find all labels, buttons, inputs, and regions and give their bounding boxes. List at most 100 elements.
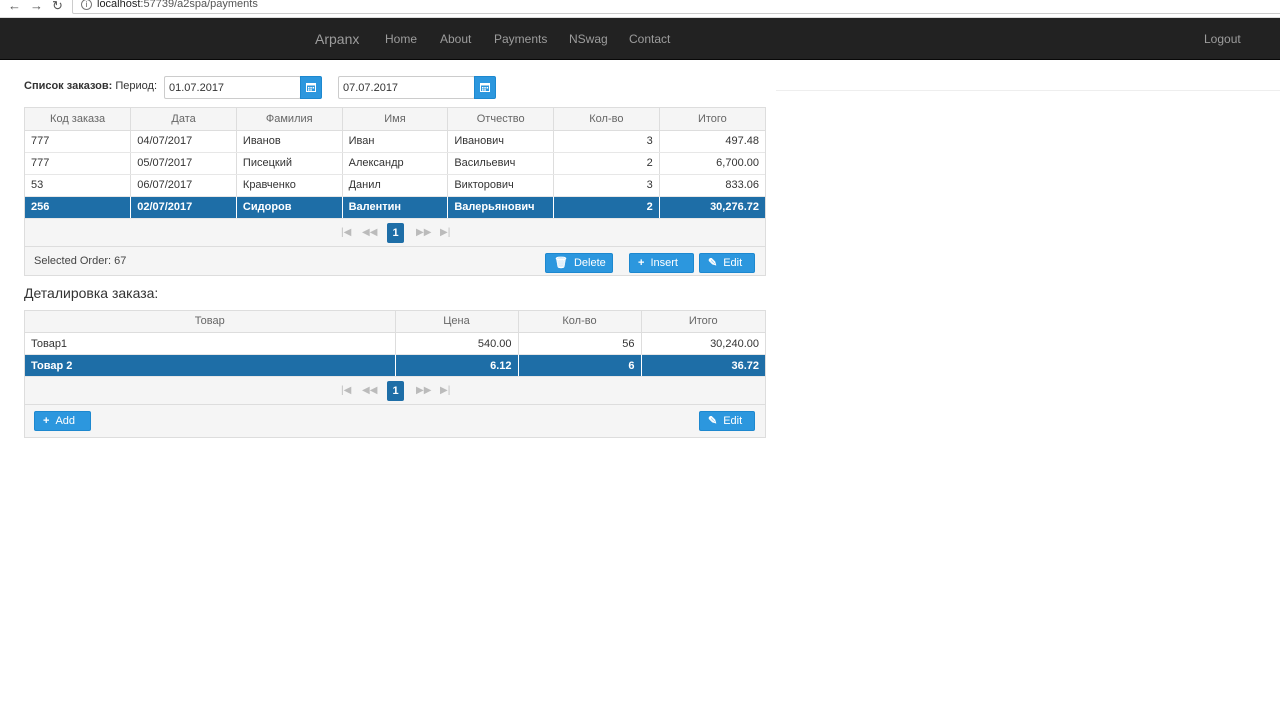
table-cell[interactable]: 497.48 (659, 130, 765, 153)
brand-link[interactable]: Arpanx (315, 31, 359, 47)
table-cell[interactable]: 3 (553, 130, 660, 153)
back-icon[interactable]: ← (8, 0, 21, 12)
table-cell[interactable]: Викторович (447, 174, 555, 197)
table-cell[interactable]: 777 (25, 152, 132, 175)
next-page-icon[interactable]: ▶▶ (416, 385, 431, 396)
prev-page-icon[interactable]: ◀◀ (362, 385, 377, 396)
table-cell[interactable]: 06/07/2017 (130, 174, 237, 197)
table-row[interactable]: Товар1 540.00 56 30,240.00 (25, 332, 765, 355)
table-cell[interactable]: 2 (553, 152, 660, 175)
column-header[interactable]: Итого (659, 108, 765, 131)
column-header[interactable]: Дата (130, 108, 237, 131)
nav-payments[interactable]: Payments (494, 32, 547, 46)
insert-button[interactable]: + Insert (629, 252, 694, 273)
table-cell[interactable]: Данил (342, 174, 449, 197)
period-filter: Список заказов: Период: (24, 74, 766, 100)
table-cell[interactable]: 04/07/2017 (130, 130, 237, 153)
next-page-icon[interactable]: ▶▶ (416, 227, 431, 238)
edit-order-button[interactable]: ✎ Edit (699, 252, 755, 273)
url-text: localhost:57739/a2spa/payments (97, 0, 258, 10)
table-cell[interactable]: Иванов (236, 130, 343, 153)
nav-about[interactable]: About (440, 32, 471, 46)
table-cell[interactable]: 30,240.00 (641, 332, 765, 355)
table-cell[interactable]: 2 (553, 196, 660, 219)
table-cell[interactable]: Товар1 (25, 332, 396, 355)
period-label: Список заказов: Период: (24, 80, 157, 92)
table-cell[interactable]: Писецкий (236, 152, 343, 175)
table-cell[interactable]: 36.72 (641, 354, 765, 377)
table-cell[interactable]: 30,276.72 (659, 196, 765, 219)
selected-order-text: Selected Order: 67 (34, 254, 127, 267)
table-cell[interactable]: 05/07/2017 (130, 152, 237, 175)
table-row[interactable]: 53 06/07/2017 Кравченко Данил Викторович 3 833… (25, 174, 765, 197)
table-row[interactable]: 777 04/07/2017 Иванов Иван Иванович 3 497.48 (25, 130, 765, 153)
main-content: Список заказов: Период: Код заказа Дата … (24, 74, 766, 438)
delete-button[interactable]: 🗑 Delete (545, 252, 613, 273)
orders-table: Код заказа Дата Фамилия Имя Отчество Кол… (25, 108, 765, 219)
column-header[interactable]: Цена (395, 310, 519, 333)
table-cell[interactable]: 02/07/2017 (130, 196, 237, 219)
calendar-from-button[interactable] (300, 76, 322, 99)
table-cell[interactable]: 540.00 (395, 332, 519, 355)
details-title: Деталировка заказа: (24, 284, 159, 301)
page-number-current[interactable]: 1 (387, 381, 404, 401)
table-cell[interactable]: 6,700.00 (659, 152, 765, 175)
table-cell[interactable]: Александр (342, 152, 449, 175)
details-grid: Товар Цена Кол-во Итого Товар1 540.00 56 30… (24, 309, 766, 438)
table-cell[interactable]: 833.06 (659, 174, 765, 197)
details-footer: + Add ✎ Edit (25, 405, 765, 437)
last-page-icon[interactable]: ▶| (440, 227, 450, 238)
column-header[interactable]: Код заказа (25, 108, 132, 131)
table-cell[interactable]: Товар 2 (25, 354, 396, 377)
prev-page-icon[interactable]: ◀◀ (362, 227, 377, 238)
page-number-current[interactable]: 1 (387, 222, 404, 243)
column-header[interactable]: Итого (641, 310, 765, 333)
first-page-icon[interactable]: |◀ (341, 385, 351, 396)
table-row[interactable]: Товар 2 6.12 6 36.72 (25, 354, 765, 377)
table-cell[interactable]: 256 (25, 196, 132, 219)
column-header[interactable]: Отчество (447, 108, 555, 131)
logout-link[interactable]: Logout (1204, 32, 1241, 46)
nav-nswag[interactable]: NSwag (569, 32, 608, 46)
address-bar[interactable]: i localhost:57739/a2spa/payments (72, 0, 1280, 14)
table-cell[interactable]: 56 (518, 332, 642, 355)
calendar-to-button[interactable] (474, 76, 496, 99)
column-header[interactable]: Фамилия (236, 108, 343, 131)
column-header[interactable]: Имя (342, 108, 449, 131)
table-cell[interactable]: 3 (553, 174, 660, 197)
reload-icon[interactable]: ↻ (52, 0, 63, 12)
nav-contact[interactable]: Contact (629, 32, 670, 46)
table-cell[interactable]: 53 (25, 174, 132, 197)
column-header[interactable]: Кол-во (553, 108, 660, 131)
table-cell[interactable]: 6 (518, 354, 642, 377)
column-header[interactable]: Товар (25, 310, 396, 333)
table-cell[interactable]: Васильевич (447, 152, 555, 175)
details-header-row: Товар Цена Кол-во Итого (25, 310, 765, 333)
date-to-input[interactable] (338, 76, 475, 99)
details-table: Товар Цена Кол-во Итого Товар1 540.00 56 30… (25, 310, 765, 377)
table-row[interactable]: 256 02/07/2017 Сидоров Валентин Валерьянович… (25, 196, 765, 219)
last-page-icon[interactable]: ▶| (440, 385, 450, 396)
edit-detail-button[interactable]: ✎ Edit (699, 411, 755, 431)
orders-header-row: Код заказа Дата Фамилия Имя Отчество Кол… (25, 108, 765, 131)
column-header[interactable]: Кол-во (518, 310, 642, 333)
table-cell[interactable]: Иван (342, 130, 449, 153)
forward-icon[interactable]: → (30, 0, 43, 12)
browser-toolbar: ← → ↻ i localhost:57739/a2spa/payments (0, 0, 1280, 18)
table-cell[interactable]: 6.12 (395, 354, 519, 377)
nav-home[interactable]: Home (385, 32, 417, 46)
table-cell[interactable]: Иванович (447, 130, 555, 153)
calendar-icon (306, 83, 316, 92)
orders-footer: Selected Order: 67 🗑 Delete + Insert ✎ Edit (25, 246, 765, 275)
table-cell[interactable]: 777 (25, 130, 132, 153)
table-cell[interactable]: Валентин (342, 196, 449, 219)
table-cell[interactable]: Сидоров (236, 196, 343, 219)
info-icon[interactable]: i (81, 0, 92, 10)
add-button[interactable]: + Add (34, 411, 91, 431)
first-page-icon[interactable]: |◀ (341, 227, 351, 238)
table-cell[interactable]: Валерьянович (447, 196, 555, 219)
date-from-input[interactable] (164, 76, 301, 99)
edit-icon: ✎ (708, 256, 718, 269)
table-cell[interactable]: Кравченко (236, 174, 343, 197)
table-row[interactable]: 777 05/07/2017 Писецкий Александр Васильевич… (25, 152, 765, 175)
